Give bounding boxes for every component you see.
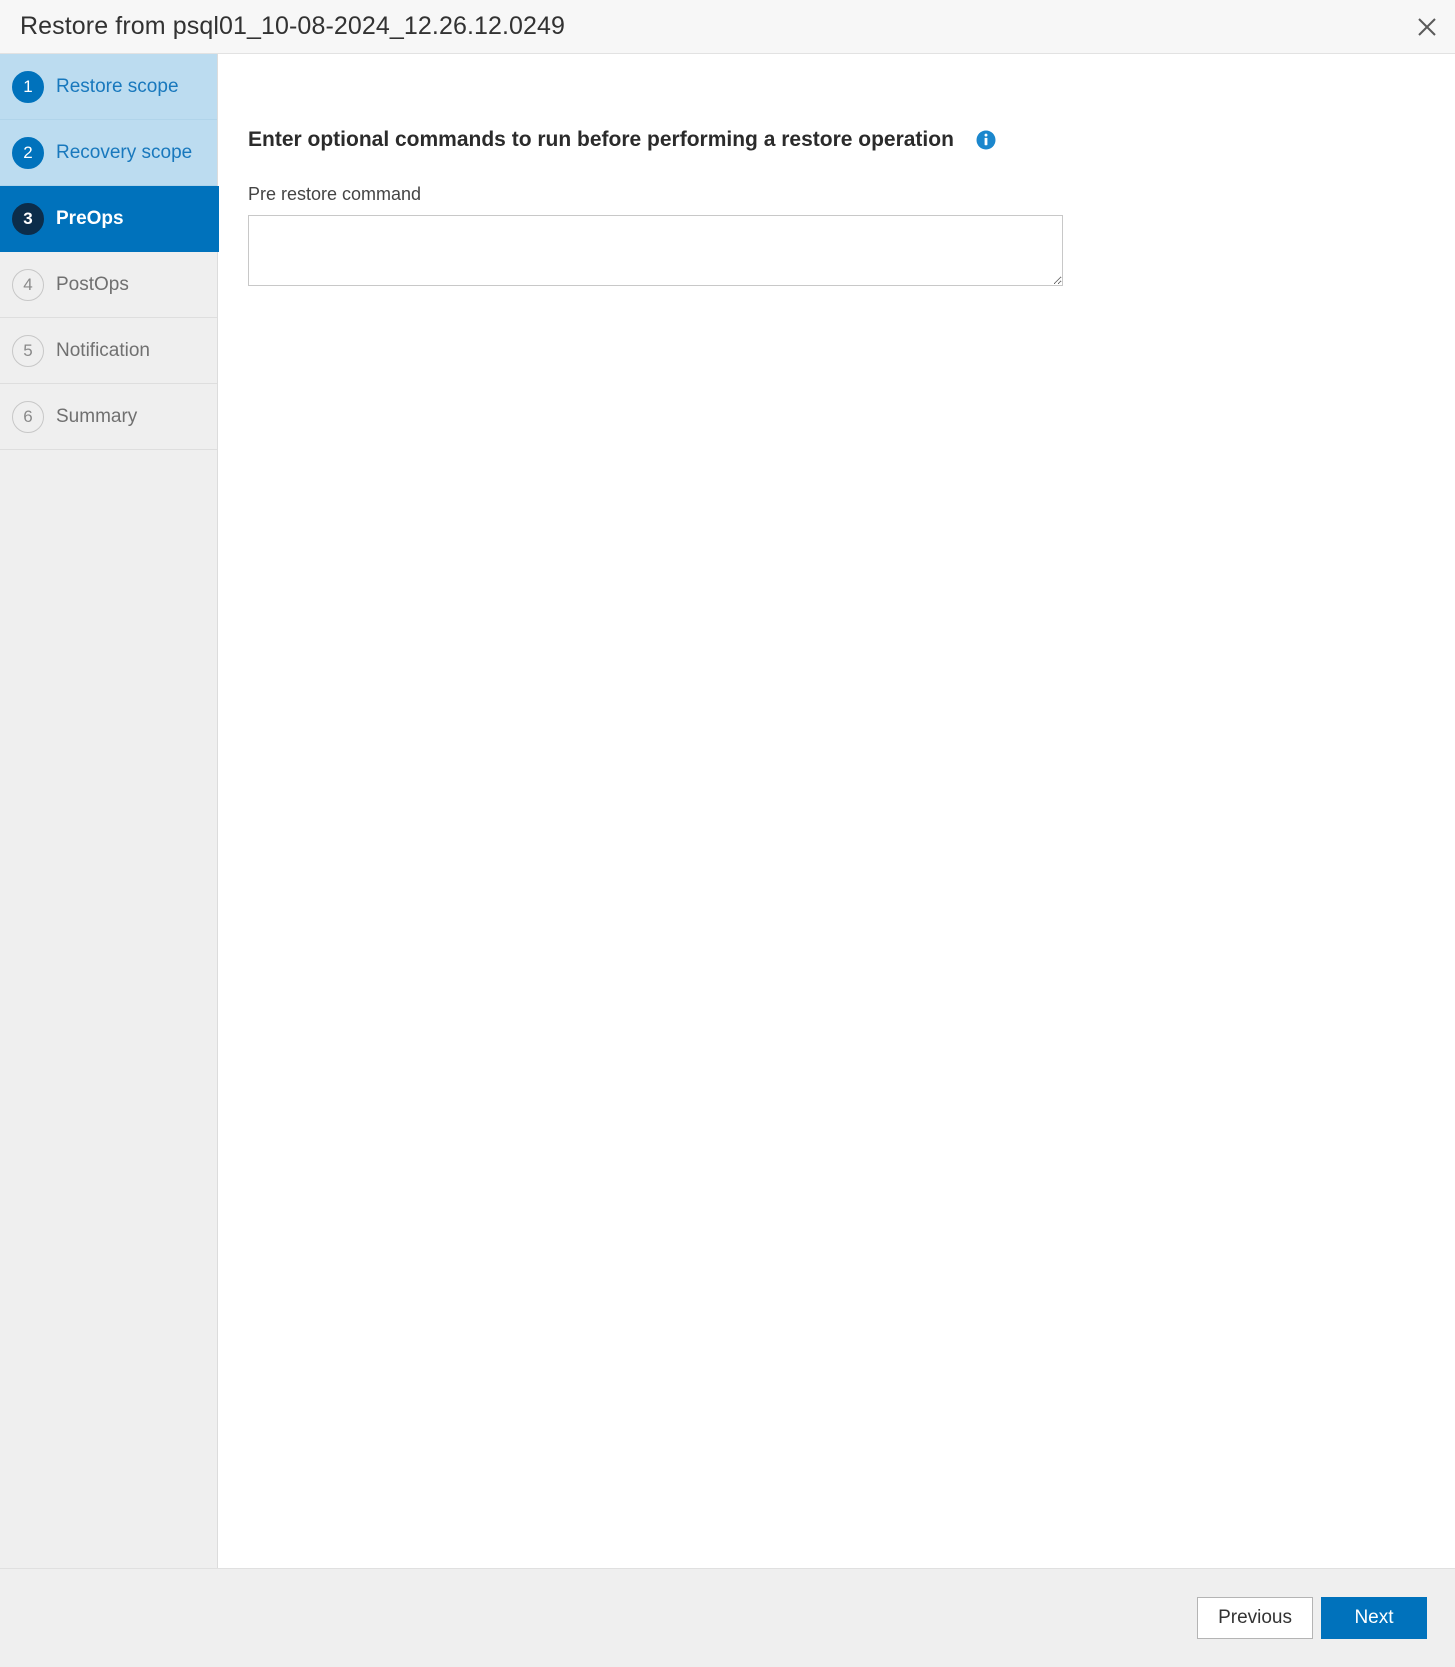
sidebar-item-label: Recovery scope <box>56 141 193 163</box>
pre-restore-command-input[interactable] <box>248 215 1063 286</box>
step-number-badge: 1 <box>12 70 44 103</box>
wizard-content-panel: Enter optional commands to run before pe… <box>218 54 1455 1568</box>
sidebar-item-postops[interactable]: 4 PostOps <box>0 252 217 318</box>
pre-restore-command-label: Pre restore command <box>248 184 422 204</box>
sidebar-item-label: PostOps <box>56 273 129 295</box>
content-heading-row: Enter optional commands to run before pe… <box>248 128 1455 152</box>
sidebar-item-label: Restore scope <box>56 75 179 97</box>
sidebar-item-notification[interactable]: 5 Notification <box>0 318 217 384</box>
restore-wizard-dialog: Restore from psql01_10-08-2024_12.26.12.… <box>0 0 1455 1667</box>
sidebar-item-recovery-scope[interactable]: 2 Recovery scope <box>0 120 217 186</box>
sidebar-item-label: PreOps <box>56 207 124 229</box>
previous-button[interactable]: Previous <box>1197 1597 1313 1639</box>
step-number-badge: 3 <box>12 202 44 235</box>
sidebar-item-preops[interactable]: 3 PreOps <box>0 186 219 252</box>
dialog-title-bar: Restore from psql01_10-08-2024_12.26.12.… <box>0 0 1455 54</box>
sidebar-item-label: Summary <box>56 405 138 427</box>
dialog-title: Restore from psql01_10-08-2024_12.26.12.… <box>20 12 566 40</box>
sidebar-item-restore-scope[interactable]: 1 Restore scope <box>0 54 217 120</box>
step-number-badge: 5 <box>12 334 44 367</box>
close-button[interactable] <box>1407 7 1447 47</box>
step-number-badge: 2 <box>12 136 44 169</box>
sidebar-item-label: Notification <box>56 339 150 361</box>
sidebar-item-summary[interactable]: 6 Summary <box>0 384 217 450</box>
step-number-badge: 6 <box>12 400 44 433</box>
close-icon <box>1416 16 1438 38</box>
info-icon[interactable] <box>976 130 996 150</box>
next-button[interactable]: Next <box>1321 1597 1427 1639</box>
step-number-badge: 4 <box>12 268 44 301</box>
wizard-step-sidebar: 1 Restore scope 2 Recovery scope 3 PreOp… <box>0 54 219 1568</box>
page-title: Enter optional commands to run before pe… <box>248 128 954 151</box>
dialog-footer: Previous Next <box>0 1568 1455 1667</box>
dialog-body: 1 Restore scope 2 Recovery scope 3 PreOp… <box>0 54 1455 1568</box>
sidebar-filler <box>0 450 217 1568</box>
